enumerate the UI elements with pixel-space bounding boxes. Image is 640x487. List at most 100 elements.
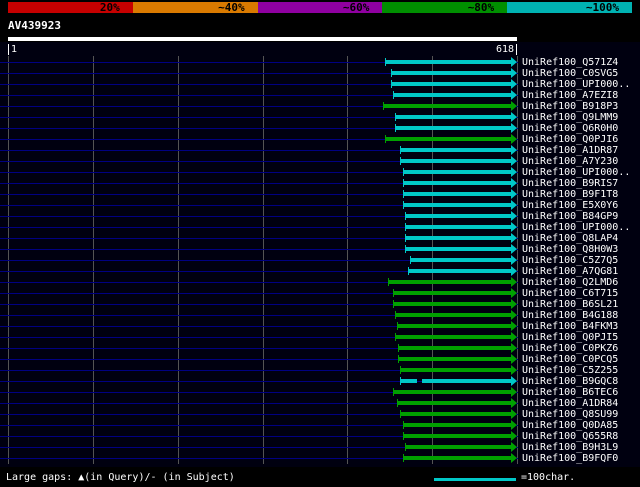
hit-bar[interactable] bbox=[390, 71, 511, 75]
hit-label[interactable]: UniRef100_Q655R8 bbox=[522, 431, 618, 442]
hit-start-tick bbox=[399, 146, 401, 154]
hit-bar[interactable] bbox=[399, 379, 418, 383]
hit-bar[interactable] bbox=[385, 137, 511, 141]
hit-label[interactable]: UniRef100_C5Z255 bbox=[522, 365, 618, 376]
hit-label[interactable]: UniRef100_B4FKM3 bbox=[522, 321, 618, 332]
hit-bar[interactable] bbox=[404, 225, 511, 229]
hit-bar[interactable] bbox=[403, 181, 511, 185]
hit-row: UniRef100_UPI000.. bbox=[0, 79, 640, 90]
hit-label[interactable]: UniRef100_Q0PJI6 bbox=[522, 134, 618, 145]
hit-row: UniRef100_A7QG81 bbox=[0, 266, 640, 277]
identity-scale-segment: ~100% bbox=[507, 2, 632, 13]
hit-label[interactable]: UniRef100_B4G188 bbox=[522, 310, 618, 321]
hit-bar[interactable] bbox=[393, 390, 511, 394]
hit-label[interactable]: UniRef100_A7EZI8 bbox=[522, 90, 618, 101]
hit-arrow bbox=[511, 178, 517, 188]
hit-bar[interactable] bbox=[393, 291, 511, 295]
hit-start-tick bbox=[394, 113, 396, 121]
hit-label[interactable]: UniRef100_Q0DA85 bbox=[522, 420, 618, 431]
hit-bar[interactable] bbox=[403, 203, 511, 207]
hit-bar[interactable] bbox=[393, 302, 511, 306]
hit-bar[interactable] bbox=[409, 258, 511, 262]
hit-bar[interactable] bbox=[403, 434, 511, 438]
hit-bar[interactable] bbox=[385, 60, 511, 64]
hit-label[interactable]: UniRef100_C0PKZ6 bbox=[522, 343, 618, 354]
hit-bar[interactable] bbox=[404, 214, 511, 218]
hit-row: UniRef100_E5X0Y6 bbox=[0, 200, 640, 211]
hit-row: UniRef100_Q2LMD6 bbox=[0, 277, 640, 288]
hit-label[interactable]: UniRef100_B84GP9 bbox=[522, 211, 618, 222]
hit-label[interactable]: UniRef100_A7Y230 bbox=[522, 156, 618, 167]
hit-label[interactable]: UniRef100_Q0PJI5 bbox=[522, 332, 618, 343]
hit-label[interactable]: UniRef100_C0PCQ5 bbox=[522, 354, 618, 365]
hit-label[interactable]: UniRef100_Q8LAP4 bbox=[522, 233, 618, 244]
hit-bar[interactable] bbox=[399, 368, 511, 372]
hit-label[interactable]: UniRef100_Q9LMM9 bbox=[522, 112, 618, 123]
hit-bar[interactable] bbox=[394, 126, 511, 130]
hit-label[interactable]: UniRef100_B9GQC8 bbox=[522, 376, 618, 387]
hit-bar[interactable] bbox=[403, 423, 511, 427]
hit-bar[interactable] bbox=[404, 445, 511, 449]
hit-bar[interactable] bbox=[408, 269, 511, 273]
hit-label[interactable]: UniRef100_Q6R0H0 bbox=[522, 123, 618, 134]
hit-start-tick bbox=[403, 179, 405, 187]
hit-label[interactable]: UniRef100_UPI000.. bbox=[522, 79, 630, 90]
hit-label[interactable]: UniRef100_Q8SU99 bbox=[522, 409, 618, 420]
hit-bar[interactable] bbox=[394, 115, 511, 119]
hit-label[interactable]: UniRef100_Q8H0W3 bbox=[522, 244, 618, 255]
hit-bar[interactable] bbox=[403, 192, 511, 196]
footer-bar: Large gaps: ▲(in Query)/- (in Subject) =… bbox=[0, 467, 640, 487]
hit-label[interactable]: UniRef100_B6SL21 bbox=[522, 299, 618, 310]
identity-scale-segment: ~80% bbox=[382, 2, 508, 13]
hit-label[interactable]: UniRef100_Q2LMD6 bbox=[522, 277, 618, 288]
hit-label[interactable]: UniRef100_E5X0Y6 bbox=[522, 200, 618, 211]
hit-label[interactable]: UniRef100_A7QG81 bbox=[522, 266, 618, 277]
hit-bar[interactable] bbox=[397, 401, 511, 405]
hit-bar[interactable] bbox=[388, 280, 511, 284]
hit-label[interactable]: UniRef100_B918P3 bbox=[522, 101, 618, 112]
hit-arrow bbox=[511, 90, 517, 100]
hit-bar[interactable] bbox=[393, 93, 511, 97]
hit-bar[interactable] bbox=[390, 82, 511, 86]
hit-bar[interactable] bbox=[404, 247, 511, 251]
hit-label[interactable]: UniRef100_UPI000.. bbox=[522, 167, 630, 178]
hit-row: UniRef100_C0PKZ6 bbox=[0, 343, 640, 354]
hit-label[interactable]: UniRef100_A1DR84 bbox=[522, 398, 618, 409]
hit-bar[interactable] bbox=[399, 159, 511, 163]
hit-label[interactable]: UniRef100_C6T715 bbox=[522, 288, 618, 299]
hit-bar[interactable] bbox=[397, 324, 511, 328]
hit-bar[interactable] bbox=[394, 313, 511, 317]
hit-label[interactable]: UniRef100_C5Z7Q5 bbox=[522, 255, 618, 266]
hit-start-tick bbox=[385, 135, 386, 143]
hit-row: UniRef100_Q9LMM9 bbox=[0, 112, 640, 123]
hit-arrow bbox=[511, 68, 517, 78]
hit-arrow bbox=[511, 266, 517, 276]
hit-bar[interactable] bbox=[398, 346, 511, 350]
hit-bar[interactable] bbox=[403, 170, 511, 174]
hit-label[interactable]: UniRef100_B9FQF0 bbox=[522, 453, 618, 464]
ruler-start-label: 1 bbox=[11, 44, 18, 55]
hit-bar[interactable] bbox=[404, 236, 511, 240]
hit-label[interactable]: UniRef100_A1DR87 bbox=[522, 145, 618, 156]
hit-start-tick bbox=[404, 223, 406, 231]
hit-bar[interactable] bbox=[399, 412, 511, 416]
hit-start-tick bbox=[399, 410, 401, 418]
identity-scale-label: ~40% bbox=[218, 1, 245, 14]
hit-label[interactable]: UniRef100_UPI000.. bbox=[522, 222, 630, 233]
blast-graphical-overview: 20% ~40% ~60% ~80% ~100% AV439923 1 618 UniR… bbox=[0, 0, 640, 487]
hit-label[interactable]: UniRef100_B9RIS7 bbox=[522, 178, 618, 189]
hit-label[interactable]: UniRef100_B9F1T8 bbox=[522, 189, 618, 200]
hit-label[interactable]: UniRef100_Q571Z4 bbox=[522, 57, 618, 68]
hit-label[interactable]: UniRef100_C0SVG5 bbox=[522, 68, 618, 79]
hit-bar[interactable] bbox=[422, 379, 511, 383]
hit-bar[interactable] bbox=[398, 357, 511, 361]
hit-label[interactable]: UniRef100_B6TEC6 bbox=[522, 387, 618, 398]
hit-row: UniRef100_Q6R0H0 bbox=[0, 123, 640, 134]
hit-label[interactable]: UniRef100_B9H3L9 bbox=[522, 442, 618, 453]
hit-bar[interactable] bbox=[403, 456, 511, 460]
hit-start-tick bbox=[408, 267, 410, 275]
hit-row: UniRef100_C0SVG5 bbox=[0, 68, 640, 79]
hit-bar[interactable] bbox=[394, 335, 511, 339]
hit-bar[interactable] bbox=[399, 148, 511, 152]
hit-bar[interactable] bbox=[383, 104, 511, 108]
